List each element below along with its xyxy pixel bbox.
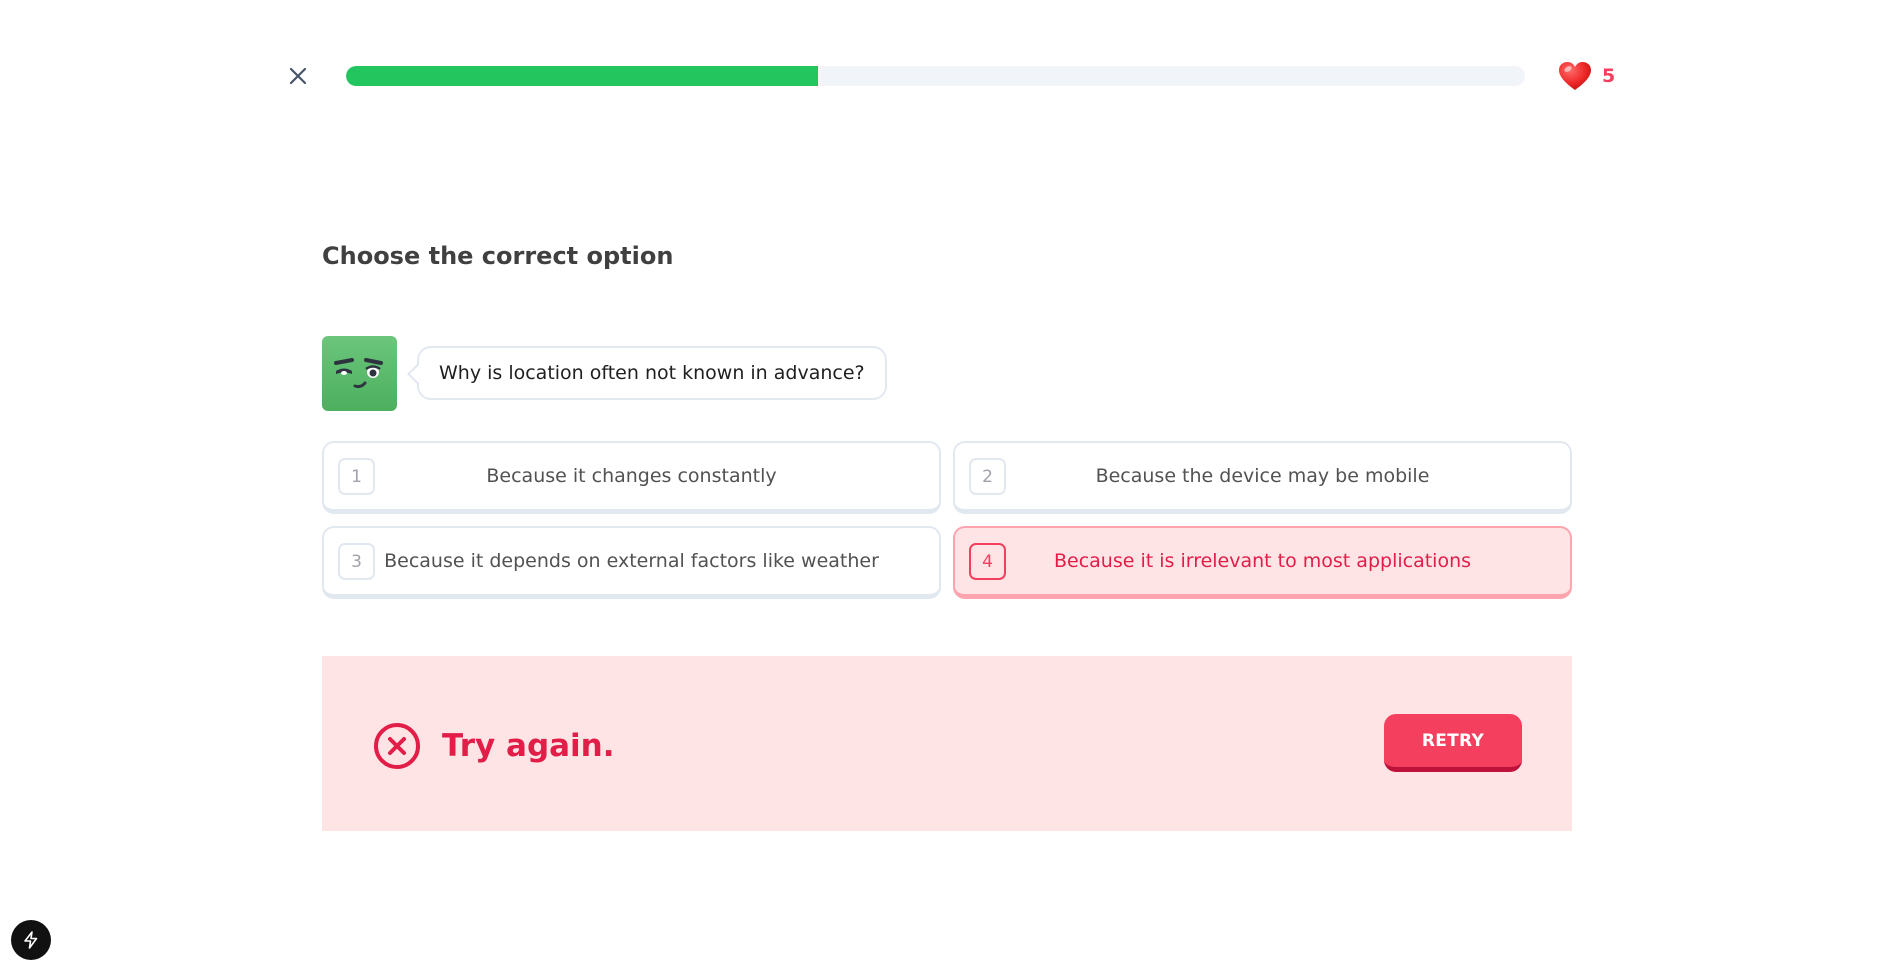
option-label: Because it depends on external factors l… [384, 550, 879, 572]
option-4[interactable]: 4 Because it is irrelevant to most appli… [953, 526, 1572, 599]
page-title: Choose the correct option [322, 242, 674, 270]
option-number: 4 [969, 543, 1006, 580]
lightning-icon [24, 931, 38, 949]
devtools-button[interactable] [11, 920, 51, 960]
hearts-count: 5 [1602, 65, 1616, 87]
retry-button[interactable]: RETRY [1384, 714, 1522, 772]
question-text: Why is location often not known in advan… [439, 362, 865, 384]
mascot-avatar [322, 336, 397, 411]
feedback-message: Try again. [442, 728, 615, 764]
close-icon [289, 67, 307, 85]
option-label: Because it changes constantly [486, 465, 777, 487]
answer-options: 1 Because it changes constantly 2 Becaus… [322, 441, 1572, 599]
hearts-counter: 5 [1558, 58, 1615, 94]
mascot-face [334, 358, 383, 389]
option-3[interactable]: 3 Because it depends on external factors… [322, 526, 941, 599]
close-button[interactable] [282, 60, 314, 92]
feedback-panel: Try again. RETRY [322, 656, 1572, 831]
error-circle-icon [374, 723, 420, 769]
option-label: Because it is irrelevant to most applica… [1053, 550, 1472, 572]
option-number: 3 [338, 543, 375, 580]
option-number: 1 [338, 458, 375, 495]
option-1[interactable]: 1 Because it changes constantly [322, 441, 941, 514]
lesson-progress-bar [346, 66, 1525, 86]
option-number: 2 [969, 458, 1006, 495]
option-label: Because the device may be mobile [1095, 465, 1430, 487]
option-2[interactable]: 2 Because the device may be mobile [953, 441, 1572, 514]
question-bubble: Why is location often not known in advan… [417, 346, 887, 400]
lesson-progress-fill [346, 66, 818, 86]
heart-icon [1559, 62, 1591, 90]
